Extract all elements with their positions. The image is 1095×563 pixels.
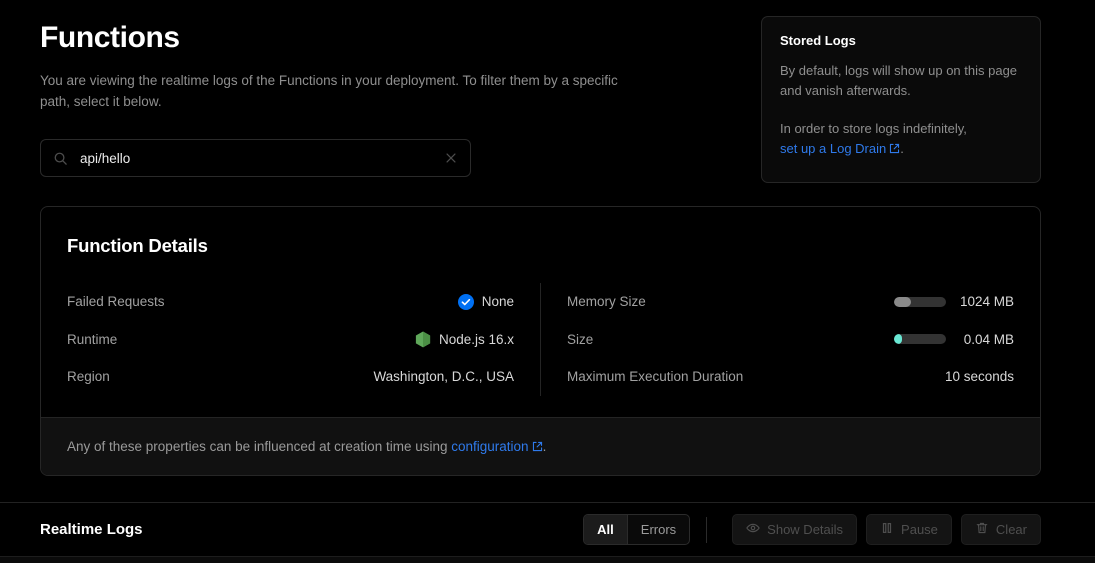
function-details-title: Function Details: [67, 235, 208, 257]
configuration-link-suffix: .: [543, 439, 547, 454]
stored-logs-card: Stored Logs By default, logs will show u…: [761, 16, 1041, 183]
detail-row-max-execution-duration: Maximum Execution Duration 10 seconds: [567, 358, 1014, 396]
pause-icon: [880, 521, 894, 538]
size-bar: [894, 334, 946, 344]
detail-label: Region: [67, 369, 110, 384]
detail-label: Memory Size: [567, 294, 646, 309]
detail-row-runtime: Runtime Node.js 16.x: [67, 321, 514, 359]
search-input[interactable]: [68, 151, 444, 166]
trash-icon: [975, 521, 989, 538]
close-icon[interactable]: [444, 151, 458, 165]
function-details-footer: Any of these properties can be influence…: [41, 417, 1040, 475]
detail-row-size: Size 0.04 MB: [567, 321, 1014, 359]
show-details-label: Show Details: [767, 522, 843, 537]
stored-logs-paragraph-2-text: In order to store logs indefinitely,: [780, 121, 967, 136]
path-filter-search-box[interactable]: [40, 139, 471, 177]
detail-row-memory-size: Memory Size 1024 MB: [567, 283, 1014, 321]
detail-value: 10 seconds: [945, 369, 1014, 384]
bottom-strip: [0, 556, 1095, 563]
toolbar-divider: [706, 517, 707, 543]
memory-size-bar: [894, 297, 946, 307]
eye-icon: [746, 521, 760, 538]
detail-value: None: [458, 294, 514, 310]
clear-label: Clear: [996, 522, 1027, 537]
functions-logs-page: Functions You are viewing the realtime l…: [0, 0, 1095, 563]
detail-value: 0.04 MB: [894, 332, 1014, 347]
external-link-icon: [532, 440, 543, 451]
stored-logs-paragraph-1: By default, logs will show up on this pa…: [780, 61, 1022, 101]
filter-tab-all[interactable]: All: [584, 515, 627, 544]
detail-value: 1024 MB: [894, 294, 1014, 309]
page-description: You are viewing the realtime logs of the…: [40, 70, 640, 112]
detail-value-text: Washington, D.C., USA: [373, 369, 514, 384]
realtime-logs-title: Realtime Logs: [40, 521, 143, 538]
function-details-right-column: Memory Size 1024 MB Size 0.04 MB Maximum…: [540, 283, 1040, 396]
function-details-left-column: Failed Requests None Runtime Nod: [41, 283, 540, 396]
detail-row-failed-requests: Failed Requests None: [67, 283, 514, 321]
detail-label: Runtime: [67, 332, 117, 347]
realtime-logs-divider: [0, 502, 1095, 503]
log-drain-link[interactable]: set up a Log Drain: [780, 141, 900, 156]
check-circle-icon: [458, 294, 474, 310]
filter-tab-errors[interactable]: Errors: [628, 515, 689, 544]
nodejs-hexagon-icon: [415, 331, 431, 348]
stored-logs-title: Stored Logs: [780, 33, 1022, 48]
detail-row-region: Region Washington, D.C., USA: [67, 358, 514, 396]
clear-button[interactable]: Clear: [961, 514, 1041, 545]
log-filter-segmented-control: All Errors: [583, 514, 690, 545]
page-header: Functions You are viewing the realtime l…: [40, 18, 740, 112]
detail-label: Failed Requests: [67, 294, 165, 309]
log-drain-link-label: set up a Log Drain: [780, 141, 886, 156]
pause-button[interactable]: Pause: [866, 514, 952, 545]
detail-label: Maximum Execution Duration: [567, 369, 743, 384]
pause-label: Pause: [901, 522, 938, 537]
detail-value-text: 0.04 MB: [954, 332, 1014, 347]
detail-value: Node.js 16.x: [415, 331, 514, 348]
detail-value-text: 10 seconds: [945, 369, 1014, 384]
function-details-columns: Failed Requests None Runtime Nod: [41, 283, 1040, 396]
detail-label: Size: [567, 332, 593, 347]
configuration-link[interactable]: configuration: [451, 439, 542, 454]
detail-value-text: None: [482, 294, 514, 309]
external-link-icon: [889, 140, 900, 151]
page-title: Functions: [40, 18, 740, 58]
stored-logs-paragraph-2: In order to store logs indefinitely, set…: [780, 119, 1022, 159]
configuration-link-label: configuration: [451, 439, 528, 454]
realtime-logs-toolbar: All Errors Show Details Pause: [583, 514, 1041, 545]
log-drain-link-suffix: .: [900, 141, 904, 156]
function-details-panel: Function Details Failed Requests None Ru…: [40, 206, 1041, 476]
show-details-button[interactable]: Show Details: [732, 514, 857, 545]
detail-value-text: 1024 MB: [954, 294, 1014, 309]
function-details-footer-text: Any of these properties can be influence…: [67, 439, 447, 454]
detail-value: Washington, D.C., USA: [373, 369, 514, 384]
search-icon: [53, 151, 68, 166]
detail-value-text: Node.js 16.x: [439, 332, 514, 347]
